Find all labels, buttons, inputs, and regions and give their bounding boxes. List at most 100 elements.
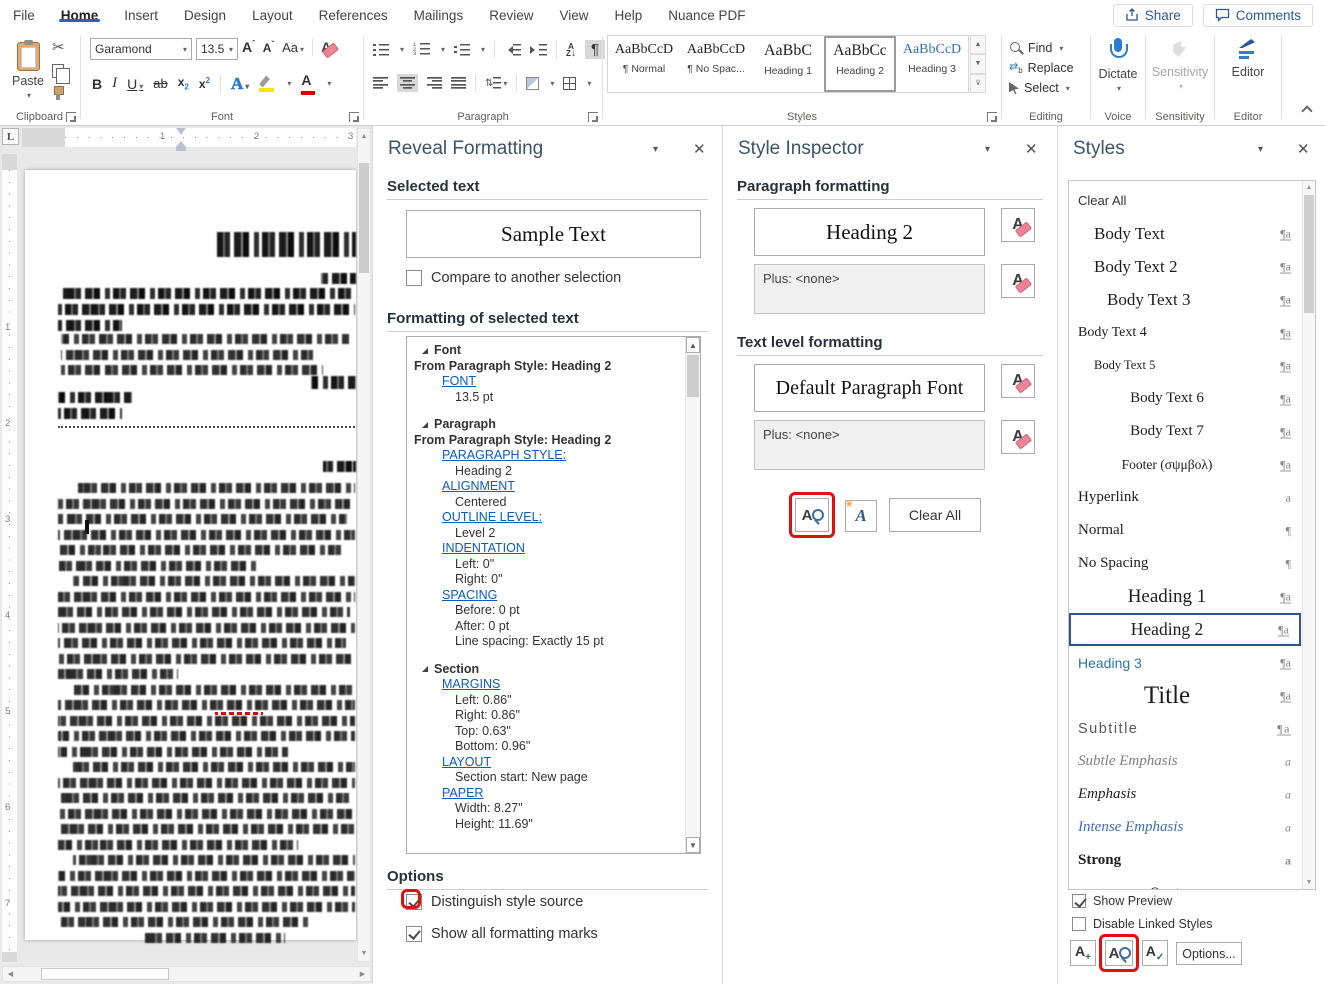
clear-text-plus-button[interactable]: A — [1001, 420, 1035, 454]
line-spacing-button[interactable]: ⇅▾ — [485, 77, 507, 89]
format-link-indentation[interactable]: INDENTATION — [414, 541, 684, 557]
align-center-button[interactable] — [397, 74, 418, 92]
numbering-button[interactable]: 123 — [413, 43, 430, 56]
indent-marker[interactable] — [176, 128, 186, 151]
reveal-formatting-button[interactable]: A — [795, 498, 829, 532]
inspector-pane-menu-arrow[interactable]: ▾ — [985, 144, 990, 155]
inspector-pane-close-icon[interactable]: ✕ — [1025, 140, 1038, 158]
tab-stop-selector[interactable]: L — [2, 128, 19, 145]
replace-button[interactable]: ⇄bReplace — [1009, 58, 1074, 78]
menu-tab-view[interactable]: View — [546, 8, 601, 23]
menu-tab-file[interactable]: File — [0, 8, 48, 23]
increase-indent-button[interactable] — [530, 44, 547, 56]
bold-button[interactable]: B — [92, 76, 102, 92]
text-effects-button[interactable]: A▾ — [231, 74, 249, 94]
format-link-font[interactable]: FONT — [414, 374, 684, 390]
align-right-button[interactable] — [427, 77, 442, 89]
clear-paragraph-plus-button[interactable]: A — [1001, 264, 1035, 298]
styles-pane-close-icon[interactable]: ✕ — [1297, 140, 1310, 158]
menu-tab-layout[interactable]: Layout — [239, 8, 306, 23]
select-button[interactable]: Select▾ — [1009, 78, 1074, 98]
styles-dialog-launcher[interactable] — [987, 112, 997, 122]
clipboard-dialog-launcher[interactable] — [66, 112, 76, 122]
style-item-strong[interactable]: Stronga — [1069, 844, 1301, 877]
style-item-body-text-6[interactable]: Body Text 6¶a — [1069, 382, 1301, 415]
font-name-combobox[interactable]: Garamond▾ — [90, 38, 192, 60]
font-dialog-launcher[interactable] — [349, 112, 359, 122]
copy-icon[interactable] — [52, 64, 64, 78]
superscript-button[interactable]: x2 — [199, 76, 210, 91]
clear-formatting-icon[interactable]: A — [321, 39, 331, 55]
vertical-ruler[interactable]: 1234567 — [2, 154, 17, 962]
style-item-emphasis[interactable]: Emphasisa — [1069, 778, 1301, 811]
format-link-paragraph-style-[interactable]: PARAGRAPH STYLE: — [414, 448, 684, 464]
style-item-body-text-3[interactable]: Body Text 3¶a — [1069, 283, 1301, 316]
decrease-indent-button[interactable] — [504, 44, 521, 56]
reveal-pane-menu-arrow[interactable]: ▾ — [653, 144, 658, 155]
find-button[interactable]: Find▾ — [1009, 38, 1074, 58]
style-item-heading-3[interactable]: Heading 3¶a — [1069, 646, 1301, 679]
compare-selection-row[interactable]: Compare to another selection — [406, 270, 621, 286]
document-horizontal-scrollbar[interactable]: ◀ ▶ — [2, 966, 371, 982]
align-justify-button[interactable] — [451, 77, 466, 89]
multilevel-list-button[interactable] — [454, 44, 470, 56]
menu-tab-home[interactable]: Home — [48, 8, 112, 23]
font-size-combobox[interactable]: 13.5▾ — [196, 38, 238, 60]
gallery-style-heading-3[interactable]: AaBbCcDHeading 3 — [896, 36, 968, 92]
collapse-triangle-icon[interactable] — [422, 348, 428, 354]
gallery-down-arrow[interactable]: ▼ — [970, 54, 986, 73]
gallery-style--no-spac-[interactable]: AaBbCcD¶ No Spac... — [680, 36, 752, 92]
reset-text-style-button[interactable]: A — [1001, 364, 1035, 398]
format-painter-icon[interactable] — [52, 86, 64, 100]
subscript-button[interactable]: x2 — [178, 75, 189, 91]
scroll-right-arrow[interactable]: ▶ — [355, 967, 370, 981]
menu-tab-help[interactable]: Help — [602, 8, 656, 23]
scroll-down-arrow[interactable]: ▼ — [358, 946, 370, 961]
formatting-scrollbar[interactable]: ▲ ▼ — [685, 337, 700, 853]
format-link-outline-level-[interactable]: OUTLINE LEVEL: — [414, 510, 684, 526]
scroll-left-arrow[interactable]: ◀ — [3, 967, 18, 981]
gallery-style-heading-1[interactable]: AaBbCHeading 1 — [752, 36, 824, 92]
style-item-clear-all[interactable]: Clear All — [1069, 184, 1301, 217]
comments-button[interactable]: Comments — [1203, 4, 1313, 27]
document-vertical-scrollbar[interactable]: ▲ ▼ — [357, 128, 371, 962]
style-item-quote[interactable]: Quote¶a — [1069, 877, 1301, 890]
grow-font-icon[interactable]: Aˆ — [242, 39, 255, 55]
new-style-button-styles-pane[interactable]: A+ — [1070, 940, 1096, 966]
style-item-subtitle[interactable]: Subtitle¶a — [1069, 712, 1301, 745]
style-item-subtle-emphasis[interactable]: Subtle Emphasisa — [1069, 745, 1301, 778]
formatting-scroll-up[interactable]: ▲ — [686, 337, 700, 353]
style-item-body-text-5[interactable]: Body Text 5¶a — [1069, 349, 1301, 382]
borders-button[interactable] — [563, 77, 576, 90]
menu-tab-review[interactable]: Review — [476, 8, 546, 23]
sort-button[interactable]: AZ↓ — [566, 43, 576, 57]
share-button[interactable]: Share — [1113, 4, 1193, 27]
paste-button[interactable]: Paste ▾ — [8, 36, 48, 106]
sensitivity-button[interactable]: Sensitivity ▾ — [1147, 30, 1213, 108]
formatting-scroll-thumb[interactable] — [687, 355, 699, 397]
dictate-button[interactable]: Dictate ▾ — [1092, 30, 1144, 108]
style-item-body-text-2[interactable]: Body Text 2¶a — [1069, 250, 1301, 283]
styles-scroll-down[interactable]: ▼ — [1303, 879, 1315, 886]
collapse-ribbon-chevron[interactable] — [1301, 105, 1312, 116]
style-inspector-button[interactable]: A — [1105, 940, 1133, 966]
styles-scroll-up[interactable]: ▲ — [1303, 184, 1315, 191]
disable-linked-row[interactable]: Disable Linked Styles — [1072, 917, 1213, 931]
highlight-color-button[interactable] — [259, 76, 275, 92]
format-link-layout[interactable]: LAYOUT — [414, 755, 684, 771]
collapse-triangle-icon[interactable] — [422, 422, 428, 428]
styles-pane-menu-arrow[interactable]: ▾ — [1258, 144, 1263, 155]
shrink-font-icon[interactable]: Aˇ — [263, 40, 274, 55]
format-link-paper[interactable]: PAPER — [414, 786, 684, 802]
disable-linked-styles-checkbox[interactable] — [1072, 917, 1086, 931]
format-link-alignment[interactable]: ALIGNMENT — [414, 479, 684, 495]
manage-styles-button[interactable]: A✓ — [1142, 940, 1168, 966]
styles-scrollbar[interactable]: ▲ ▼ — [1302, 181, 1315, 889]
checkbox[interactable] — [406, 926, 422, 942]
formatting-scroll-down[interactable]: ▼ — [686, 837, 700, 853]
style-item-footer-[interactable]: Footer (σψμβολ)¶a — [1069, 448, 1301, 481]
collapse-triangle-icon[interactable] — [422, 666, 428, 672]
menu-tab-design[interactable]: Design — [171, 8, 239, 23]
style-item-body-text-4[interactable]: Body Text 4¶a — [1069, 316, 1301, 349]
horizontal-scroll-thumb[interactable] — [41, 968, 169, 980]
